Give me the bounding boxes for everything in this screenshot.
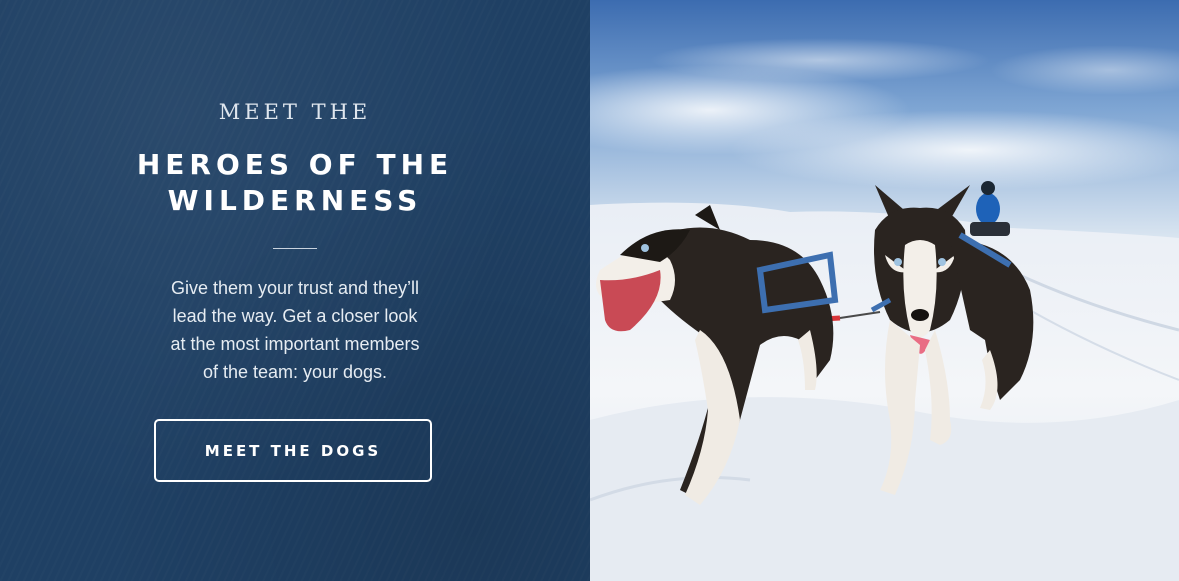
sled-dogs-illustration xyxy=(590,0,1179,581)
hero-description-line: Give them your trust and they’ll xyxy=(170,278,420,298)
hero-title-line-1: HEROES OF THE xyxy=(136,148,454,181)
sled-dogs-photo xyxy=(590,0,1179,581)
meet-the-dogs-button[interactable]: MEET THE DOGS xyxy=(154,419,432,482)
hero-description-line: at the most important members xyxy=(170,334,420,354)
hero-title: HEROES OF THE WILDERNESS xyxy=(0,147,590,219)
hero-description-line: of the team: your dogs. xyxy=(202,362,388,382)
hero-description: Give them your trust and they’ll lead th… xyxy=(130,274,460,386)
title-divider xyxy=(273,248,317,249)
hero-title-line-2: WILDERNESS xyxy=(167,184,423,217)
hero-section: MEET THE HEROES OF THE WILDERNESS Give t… xyxy=(0,0,1179,581)
hero-eyebrow: MEET THE xyxy=(218,100,372,124)
hero-text-panel: MEET THE HEROES OF THE WILDERNESS Give t… xyxy=(0,0,590,581)
hero-description-line: lead the way. Get a closer look xyxy=(172,306,418,326)
